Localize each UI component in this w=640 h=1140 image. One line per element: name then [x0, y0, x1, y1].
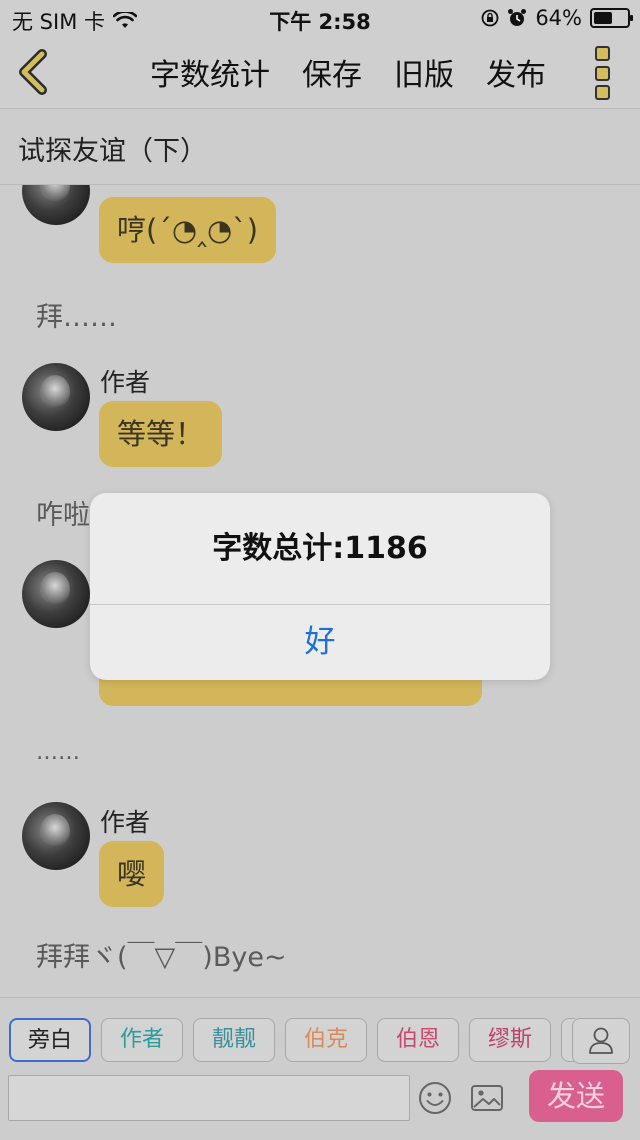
- nav-actions: 字数统计 保存 旧版 发布: [150, 50, 546, 94]
- role-liangliang[interactable]: 靓靓: [193, 1018, 275, 1062]
- status-right: 64%: [481, 6, 633, 30]
- role-miusi[interactable]: 缪斯: [469, 1018, 551, 1062]
- composer-bar: 旁白 作者 靓靓 伯克 伯恩 缪斯 发送: [0, 997, 640, 1140]
- role-author[interactable]: 作者: [101, 1018, 183, 1062]
- message-bubble[interactable]: 等等！: [99, 401, 223, 467]
- message-input[interactable]: [8, 1075, 410, 1121]
- role-narrator[interactable]: 旁白: [9, 1018, 91, 1062]
- role-boen[interactable]: 伯恩: [377, 1018, 459, 1062]
- battery-icon: [590, 8, 633, 28]
- battery-percent: 64%: [535, 6, 582, 30]
- message-bubble[interactable]: 嘤: [99, 841, 165, 907]
- more-dot: [595, 65, 610, 81]
- role-boke[interactable]: 伯克: [285, 1018, 367, 1062]
- narration-text[interactable]: ……: [36, 740, 80, 765]
- story-title-bar: 试探友谊（下）: [0, 109, 640, 185]
- message-bubble[interactable]: 哼(´◔‸◔`): [99, 197, 277, 263]
- person-icon: [589, 1027, 613, 1054]
- more-vertical-icon[interactable]: [595, 46, 617, 100]
- speaker-name: 作者: [100, 808, 151, 837]
- avatar[interactable]: [22, 363, 90, 431]
- narration-text[interactable]: 咋啦: [36, 493, 90, 532]
- image-icon[interactable]: [469, 1080, 505, 1116]
- word-count-alert: 字数总计:1186 好: [90, 493, 550, 680]
- profile-button[interactable]: [572, 1018, 630, 1064]
- alert-message: 字数总计:1186: [212, 531, 428, 566]
- alert-ok-button[interactable]: 好: [90, 605, 550, 680]
- avatar[interactable]: [22, 802, 90, 870]
- battery-fill: [594, 12, 612, 24]
- navigation-bar: 字数统计 保存 旧版 发布: [0, 36, 640, 109]
- narration-text[interactable]: 拜拜ヾ(￣▽￣)Bye~: [36, 935, 287, 974]
- more-dot: [595, 46, 610, 61]
- more-dot: [595, 85, 610, 100]
- orientation-lock-icon: [481, 9, 499, 27]
- avatar[interactable]: [22, 185, 90, 225]
- emoji-icon[interactable]: [417, 1080, 453, 1116]
- speaker-name: 作者: [100, 368, 151, 397]
- chevron-left-icon[interactable]: [14, 48, 54, 96]
- old-version-button[interactable]: 旧版: [394, 50, 454, 94]
- alarm-icon: [508, 9, 527, 26]
- story-title[interactable]: 试探友谊（下）: [18, 129, 207, 168]
- save-button[interactable]: 保存: [302, 50, 362, 94]
- status-bar: 无 SIM 卡 下午 2:58 64%: [0, 0, 640, 36]
- publish-button[interactable]: 发布: [486, 50, 546, 94]
- narration-text[interactable]: 拜……: [36, 295, 117, 334]
- word-count-button[interactable]: 字数统计: [150, 50, 270, 94]
- send-button[interactable]: 发送: [529, 1070, 623, 1122]
- avatar[interactable]: [22, 560, 90, 628]
